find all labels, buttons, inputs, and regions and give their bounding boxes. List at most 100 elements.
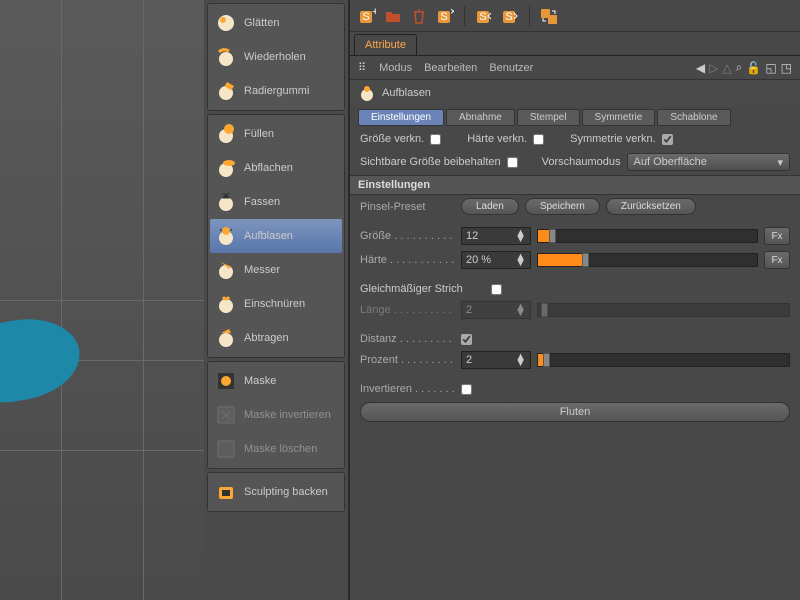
subtab-schablone[interactable]: Schablone [657, 109, 730, 126]
sculpt-tool-panel: Glätten Wiederholen Radiergummi Füllen A… [204, 0, 349, 600]
nav-fwd-icon[interactable]: ▷ [709, 61, 718, 75]
menu-bearbeiten[interactable]: Bearbeiten [424, 62, 477, 74]
percent-slider[interactable] [537, 353, 790, 367]
inflate-icon [214, 224, 238, 248]
subtab-symmetrie[interactable]: Symmetrie [582, 109, 656, 126]
invert-check[interactable] [461, 384, 472, 395]
size-fx-button[interactable]: Fx [764, 227, 790, 245]
flood-button[interactable]: Fluten [360, 402, 790, 422]
tool-label: Abtragen [244, 332, 289, 344]
tool-label: Abflachen [244, 162, 293, 174]
length-row: Länge . . . . . . . . . . . 2▲▼ [350, 298, 800, 322]
svg-text:S: S [440, 11, 447, 23]
tool-fill[interactable]: Füllen [210, 117, 342, 151]
object-header: Aufblasen [350, 80, 800, 106]
knife-icon [214, 258, 238, 282]
distance-check[interactable] [461, 334, 472, 345]
eraser-icon [214, 79, 238, 103]
nav-back-icon[interactable]: ◀ [696, 61, 705, 75]
mesh-object[interactable] [0, 310, 86, 410]
tool-label: Maske invertieren [244, 409, 331, 421]
size-slider[interactable] [537, 229, 758, 243]
preview-mode-dropdown[interactable]: Auf Oberfläche▾ [627, 153, 790, 171]
attribute-panel: S+ S× S S Attribute ⠿ Modus Bearbeiten B… [349, 0, 800, 600]
drag-handle-icon[interactable]: ⠿ [358, 61, 367, 74]
pinch-icon [214, 292, 238, 316]
tool-inflate[interactable]: Aufblasen [210, 219, 342, 253]
tool-knife[interactable]: Messer [210, 253, 342, 287]
tool-label: Messer [244, 264, 280, 276]
visible-size-row: Sichtbare Größe beibehalten Vorschaumodu… [350, 149, 800, 175]
tool-eraser[interactable]: Radiergummi [210, 74, 342, 108]
tool-label: Radiergummi [244, 85, 309, 97]
invert-label: Invertieren . . . . . . . . [360, 383, 455, 395]
tool-scrape[interactable]: Abtragen [210, 321, 342, 355]
save-button[interactable]: Speichern [525, 198, 600, 215]
subtab-stempel[interactable]: Stempel [517, 109, 580, 126]
preset-nav-right-icon[interactable]: S [499, 5, 521, 27]
steady-label: Gleichmäßiger Strich [360, 283, 485, 295]
viewport-3d[interactable] [0, 0, 204, 600]
length-slider [537, 303, 790, 317]
tool-label: Einschnüren [244, 298, 305, 310]
hardness-link-check[interactable]: Härte verkn. [467, 133, 544, 145]
steady-check[interactable] [491, 284, 502, 295]
tool-smooth[interactable]: Glätten [210, 6, 342, 40]
tool-flatten[interactable]: Abflachen [210, 151, 342, 185]
link-options-row: Größe verkn. Härte verkn. Symmetrie verk… [350, 129, 800, 149]
tool-bake[interactable]: Sculpting backen [210, 475, 342, 509]
tool-mask[interactable]: Maske [210, 364, 342, 398]
nav-up-icon[interactable]: △ [722, 61, 731, 75]
tool-label: Füllen [244, 128, 274, 140]
percent-row: Prozent . . . . . . . . . . 2▲▼ [350, 348, 800, 372]
tool-repeat[interactable]: Wiederholen [210, 40, 342, 74]
preset-nav-left-icon[interactable]: S [473, 5, 495, 27]
tool-pinch[interactable]: Einschnüren [210, 287, 342, 321]
length-label: Länge . . . . . . . . . . . [360, 304, 455, 316]
preset-swap-icon[interactable] [538, 5, 560, 27]
visible-size-check[interactable]: Sichtbare Größe beibehalten [360, 156, 518, 168]
symmetry-link-check[interactable]: Symmetrie verkn. [570, 133, 673, 145]
menu-benutzer[interactable]: Benutzer [489, 62, 533, 74]
hardness-slider[interactable] [537, 253, 758, 267]
menu-modus[interactable]: Modus [379, 62, 412, 74]
load-button[interactable]: Laden [461, 198, 519, 215]
panel-opt2-icon[interactable]: ◳ [781, 61, 792, 75]
hardness-field[interactable]: 20 %▲▼ [461, 251, 531, 269]
new-preset-icon[interactable]: S+ [356, 5, 378, 27]
tool-mask-invert: Maske invertieren [210, 398, 342, 432]
size-link-check[interactable]: Größe verkn. [360, 133, 441, 145]
fill-icon [214, 122, 238, 146]
settings-section-header: Einstellungen [350, 175, 800, 195]
distance-row: Distanz . . . . . . . . . . [350, 330, 800, 348]
svg-text:S: S [479, 11, 486, 23]
lock-icon[interactable]: 🔓 [746, 61, 761, 75]
tool-label: Sculpting backen [244, 486, 328, 498]
trash-icon[interactable] [408, 5, 430, 27]
svg-text:S: S [505, 11, 512, 23]
hardness-label: Härte . . . . . . . . . . . . [360, 254, 455, 266]
reset-button[interactable]: Zurücksetzen [606, 198, 696, 215]
hardness-fx-button[interactable]: Fx [764, 251, 790, 269]
percent-field[interactable]: 2▲▼ [461, 351, 531, 369]
preset-close-icon[interactable]: S× [434, 5, 456, 27]
bake-icon [214, 480, 238, 504]
tab-attribute[interactable]: Attribute [354, 34, 417, 55]
mask-invert-icon [214, 403, 238, 427]
folder-icon[interactable] [382, 5, 404, 27]
size-field[interactable]: 12▲▼ [461, 227, 531, 245]
grab-icon [214, 190, 238, 214]
svg-text:×: × [450, 7, 454, 18]
attribute-toolbar: S+ S× S S [350, 0, 800, 32]
hardness-row: Härte . . . . . . . . . . . . 20 %▲▼ Fx [350, 248, 800, 272]
attribute-menu: ⠿ Modus Bearbeiten Benutzer ◀ ▷ △ ⌕ 🔓 ◱ … [350, 56, 800, 80]
tool-grab[interactable]: Fassen [210, 185, 342, 219]
panel-tabs: Attribute [350, 32, 800, 56]
mask-clear-icon [214, 437, 238, 461]
subtab-abnahme[interactable]: Abnahme [446, 109, 515, 126]
flatten-icon [214, 156, 238, 180]
svg-text:S: S [362, 11, 369, 23]
search-icon[interactable]: ⌕ [736, 60, 743, 75]
panel-opt1-icon[interactable]: ◱ [765, 61, 776, 75]
subtab-einstellungen[interactable]: Einstellungen [358, 109, 444, 126]
